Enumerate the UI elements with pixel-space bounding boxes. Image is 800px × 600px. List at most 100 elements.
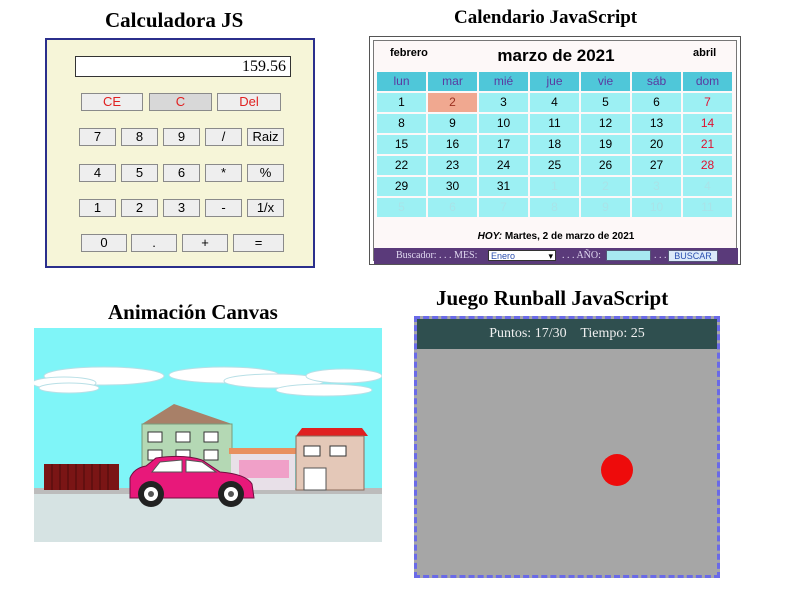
next-month-link[interactable]: abril	[693, 47, 716, 59]
today-line: HOY: Martes, 2 de marzo de 2021	[374, 231, 738, 242]
calculator-display[interactable]: 159.56	[75, 56, 291, 77]
weekday-header: jue	[530, 72, 579, 91]
day-cell[interactable]: 27	[632, 156, 681, 175]
key-0[interactable]: 0	[81, 234, 127, 252]
weekday-header: vie	[581, 72, 630, 91]
calculator-title: Calculadora JS	[105, 8, 244, 32]
year-label: . . . AÑO:	[562, 250, 601, 261]
key-6[interactable]: 6	[163, 164, 200, 182]
day-cell[interactable]: 2	[581, 177, 630, 196]
game-ball[interactable]	[601, 454, 633, 486]
key-5[interactable]: 5	[121, 164, 158, 182]
animation-canvas	[34, 328, 382, 542]
day-cell[interactable]: 16	[428, 135, 477, 154]
day-cell[interactable]: 13	[632, 114, 681, 133]
today-label: HOY:	[477, 231, 503, 242]
calendar-inner: febrero marzo de 2021 abril lun mar mié jue…	[373, 40, 738, 264]
day-cell[interactable]: 3	[479, 93, 528, 112]
day-cell[interactable]: 6	[632, 93, 681, 112]
search-dots: . . .	[654, 250, 667, 261]
day-cell[interactable]: 7	[479, 198, 528, 217]
day-cell[interactable]: 1	[530, 177, 579, 196]
day-cell[interactable]: 5	[581, 93, 630, 112]
weekday-header: dom	[683, 72, 732, 91]
day-cell[interactable]: 5	[377, 198, 426, 217]
day-cell[interactable]: 10	[479, 114, 528, 133]
calendar-search-bar: Buscador: . . . MES: Enero ▾ . . . AÑO: .…	[374, 248, 738, 264]
key-2[interactable]: 2	[121, 199, 158, 217]
day-cell[interactable]: 8	[377, 114, 426, 133]
day-cell[interactable]: 29	[377, 177, 426, 196]
key-subtract[interactable]: -	[205, 199, 242, 217]
day-cell[interactable]: 9	[581, 198, 630, 217]
key-reciprocal[interactable]: 1/x	[247, 199, 284, 217]
weekday-header: lun	[377, 72, 426, 91]
month-select-value: Enero	[491, 251, 516, 261]
day-cell[interactable]: 23	[428, 156, 477, 175]
key-add[interactable]: +	[182, 234, 228, 252]
day-cell[interactable]: 31	[479, 177, 528, 196]
day-cell[interactable]: 22	[377, 156, 426, 175]
day-cell[interactable]: 17	[479, 135, 528, 154]
key-multiply[interactable]: *	[205, 164, 242, 182]
weekday-header: mié	[479, 72, 528, 91]
clear-entry-button[interactable]: CE	[81, 93, 143, 111]
today-cell[interactable]: 2	[428, 93, 477, 112]
day-cell[interactable]: 30	[428, 177, 477, 196]
clear-button[interactable]: C	[149, 93, 212, 111]
day-cell[interactable]: 11	[530, 114, 579, 133]
delete-button[interactable]: Del	[217, 93, 281, 111]
day-cell[interactable]: 8	[530, 198, 579, 217]
calculator-panel: 159.56 CE C Del 7 8 9 / Raiz 4 5 6 * % 1…	[45, 38, 315, 268]
fence	[44, 464, 119, 490]
calendar-title: Calendario JavaScript	[454, 7, 638, 28]
key-7[interactable]: 7	[79, 128, 116, 146]
key-8[interactable]: 8	[121, 128, 158, 146]
day-cell[interactable]: 1	[377, 93, 426, 112]
runball-scorebar: Puntos: 17/30 Tiempo: 25	[417, 319, 717, 349]
day-cell[interactable]: 20	[632, 135, 681, 154]
runball-title: Juego Runball JavaScript	[436, 286, 669, 310]
year-input[interactable]	[606, 250, 651, 261]
day-cell[interactable]: 7	[683, 93, 732, 112]
calendar-widget: febrero marzo de 2021 abril lun mar mié jue…	[369, 36, 741, 265]
day-cell[interactable]: 21	[683, 135, 732, 154]
today-date[interactable]: Martes, 2 de marzo de 2021	[505, 231, 635, 242]
weekday-header: sáb	[632, 72, 681, 91]
runball-game[interactable]: Puntos: 17/30 Tiempo: 25	[414, 316, 720, 578]
key-decimal[interactable]: .	[131, 234, 177, 252]
key-sqrt[interactable]: Raiz	[247, 128, 284, 146]
day-cell[interactable]: 11	[683, 198, 732, 217]
key-9[interactable]: 9	[163, 128, 200, 146]
day-cell[interactable]: 12	[581, 114, 630, 133]
day-cell[interactable]: 9	[428, 114, 477, 133]
day-cell[interactable]: 4	[530, 93, 579, 112]
day-cell[interactable]: 19	[581, 135, 630, 154]
key-percent[interactable]: %	[247, 164, 284, 182]
day-cell[interactable]: 18	[530, 135, 579, 154]
key-1[interactable]: 1	[79, 199, 116, 217]
day-cell[interactable]: 26	[581, 156, 630, 175]
red-roof-house	[295, 428, 368, 491]
key-equals[interactable]: =	[233, 234, 284, 252]
day-cell[interactable]: 10	[632, 198, 681, 217]
day-cell[interactable]: 3	[632, 177, 681, 196]
canvas-title: Animación Canvas	[108, 300, 278, 324]
day-cell[interactable]: 6	[428, 198, 477, 217]
key-4[interactable]: 4	[79, 164, 116, 182]
day-cell[interactable]: 15	[377, 135, 426, 154]
weekday-header: mar	[428, 72, 477, 91]
key-divide[interactable]: /	[205, 128, 242, 146]
month-select[interactable]: Enero ▾	[488, 250, 556, 261]
current-month-title: marzo de 2021	[497, 46, 615, 65]
time-text: Tiempo: 25	[580, 326, 645, 341]
day-cell[interactable]: 25	[530, 156, 579, 175]
search-label: Buscador: . . . MES:	[396, 250, 478, 261]
search-button[interactable]: BUSCAR	[668, 250, 718, 262]
key-3[interactable]: 3	[163, 199, 200, 217]
day-cell[interactable]: 24	[479, 156, 528, 175]
day-cell[interactable]: 28	[683, 156, 732, 175]
day-cell[interactable]: 14	[683, 114, 732, 133]
day-cell[interactable]: 4	[683, 177, 732, 196]
chevron-down-icon: ▾	[548, 251, 553, 261]
